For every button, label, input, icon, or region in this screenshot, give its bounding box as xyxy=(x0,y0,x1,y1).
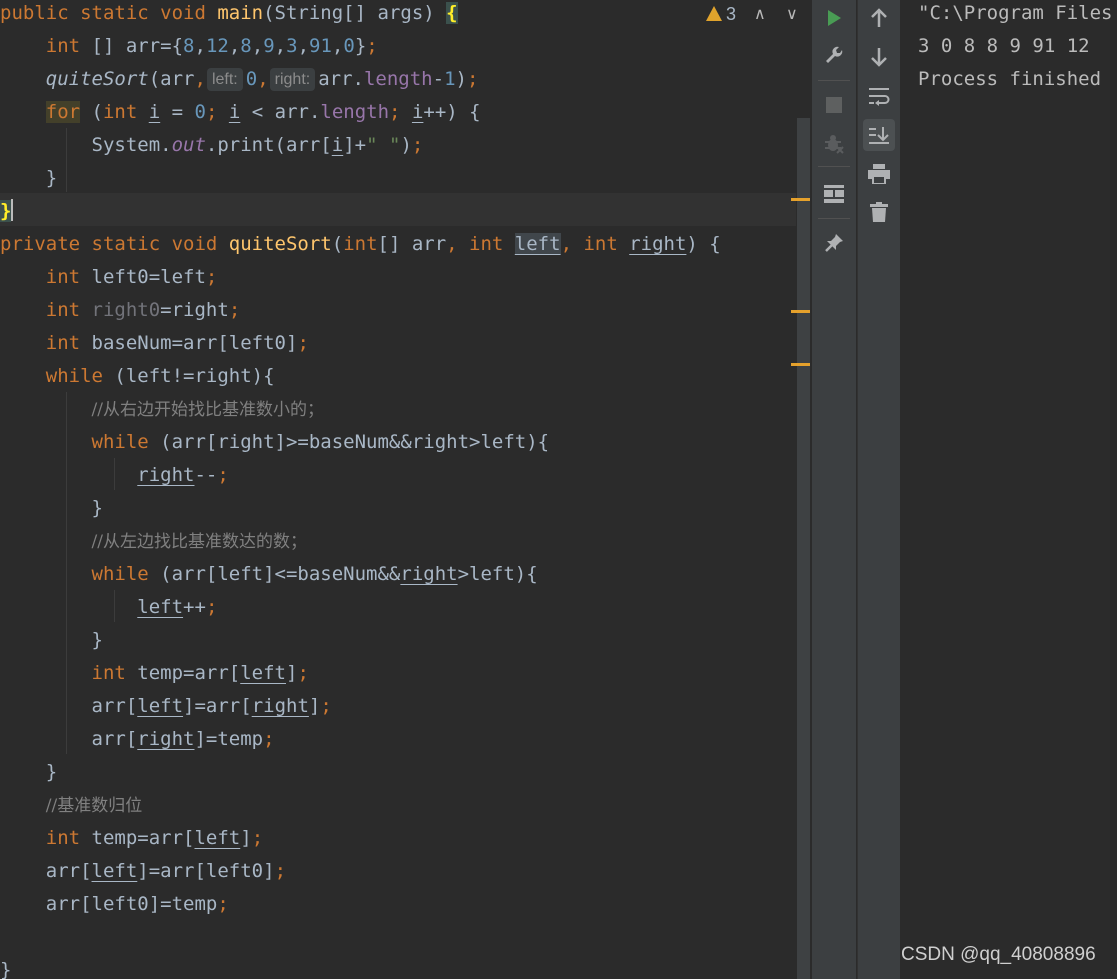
param-hint-left: left: xyxy=(206,68,243,91)
layout-icon[interactable] xyxy=(818,178,850,210)
pin-icon[interactable] xyxy=(818,227,850,259)
console-line: "C:\Program Files xyxy=(918,2,1113,24)
code-line[interactable]: int right0=right; xyxy=(0,294,800,327)
watermark: CSDN @qq_40808896 xyxy=(901,944,1096,965)
code-line[interactable]: left++; xyxy=(0,591,800,624)
warning-marker[interactable] xyxy=(791,310,810,313)
code-line[interactable]: } xyxy=(0,954,800,979)
code-line[interactable]: arr[right]=temp; xyxy=(0,723,800,756)
debug-bug-icon[interactable] xyxy=(818,128,850,160)
warning-marker[interactable] xyxy=(791,363,810,366)
code-line[interactable]: } xyxy=(0,624,800,657)
arrow-up-icon[interactable] xyxy=(863,2,895,34)
trash-icon[interactable] xyxy=(863,196,895,228)
text-caret xyxy=(11,199,14,221)
scroll-to-end-icon[interactable] xyxy=(863,119,895,151)
toolbar-separator xyxy=(818,218,850,219)
code-line[interactable]: private static void quiteSort(int[] arr,… xyxy=(0,228,800,261)
warning-marker[interactable] xyxy=(791,198,810,201)
code-line[interactable]: quiteSort(arr, left: 0, right: arr.length-1)… xyxy=(0,63,800,96)
code-line[interactable]: right--; xyxy=(0,459,800,492)
code-line[interactable]: int temp=arr[left]; xyxy=(0,822,800,855)
code-line[interactable]: arr[left]=arr[left0]; xyxy=(0,855,800,888)
code-line[interactable]: while (left!=right){ xyxy=(0,360,800,393)
code-line[interactable]: arr[left]=arr[right]; xyxy=(0,690,800,723)
code-line[interactable]: public static void main(String[] args) { xyxy=(0,0,800,30)
run-console[interactable]: "C:\Program Files 3 0 8 8 9 91 12 Proces… xyxy=(900,0,1117,979)
code-line[interactable]: int temp=arr[left]; xyxy=(0,657,800,690)
code-editor[interactable]: 3 ∧ ∨ public static void main(String[] a… xyxy=(0,0,812,979)
code-line[interactable]: //从右边开始找比基准数小的； xyxy=(0,393,800,426)
run-toolbar-left xyxy=(812,0,856,979)
code-line[interactable]: System.out.print(arr[i]+" "); xyxy=(0,129,800,162)
code-line[interactable]: arr[left0]=temp; xyxy=(0,888,800,921)
stop-icon[interactable] xyxy=(818,89,850,121)
code-line[interactable]: } xyxy=(0,756,800,789)
editor-scrollbar[interactable] xyxy=(797,118,810,979)
toolbar-separator xyxy=(818,166,850,167)
code-line[interactable]: for (int i = 0; i < arr.length; i++) { xyxy=(0,96,800,129)
code-line[interactable]: //从左边找比基准数达的数； xyxy=(0,525,800,558)
toolbar-separator xyxy=(818,80,850,81)
console-line: 3 0 8 8 9 91 12 xyxy=(918,35,1090,57)
code-line[interactable]: } xyxy=(0,492,800,525)
soft-wrap-icon[interactable] xyxy=(863,80,895,112)
code-line[interactable]: } xyxy=(0,195,800,228)
run-toolbar-right xyxy=(857,0,900,979)
code-line[interactable]: while (arr[right]>=baseNum&&right>left){ xyxy=(0,426,800,459)
code-line[interactable]: } xyxy=(0,162,800,195)
rerun-icon[interactable] xyxy=(818,2,850,34)
wrench-icon[interactable] xyxy=(818,40,850,72)
code-line[interactable] xyxy=(0,921,800,954)
print-icon[interactable] xyxy=(863,158,895,190)
arrow-down-icon[interactable] xyxy=(863,41,895,73)
code-line[interactable]: //基准数归位 xyxy=(0,789,800,822)
console-line: Process finished xyxy=(918,68,1102,90)
code-line[interactable]: while (arr[left]<=baseNum&&right>left){ xyxy=(0,558,800,591)
code-line[interactable]: int left0=left; xyxy=(0,261,800,294)
code-line[interactable]: int baseNum=arr[left0]; xyxy=(0,327,800,360)
code-line[interactable]: int [] arr={8,12,8,9,3,91,0}; xyxy=(0,30,800,63)
param-hint-right: right: xyxy=(269,68,316,91)
